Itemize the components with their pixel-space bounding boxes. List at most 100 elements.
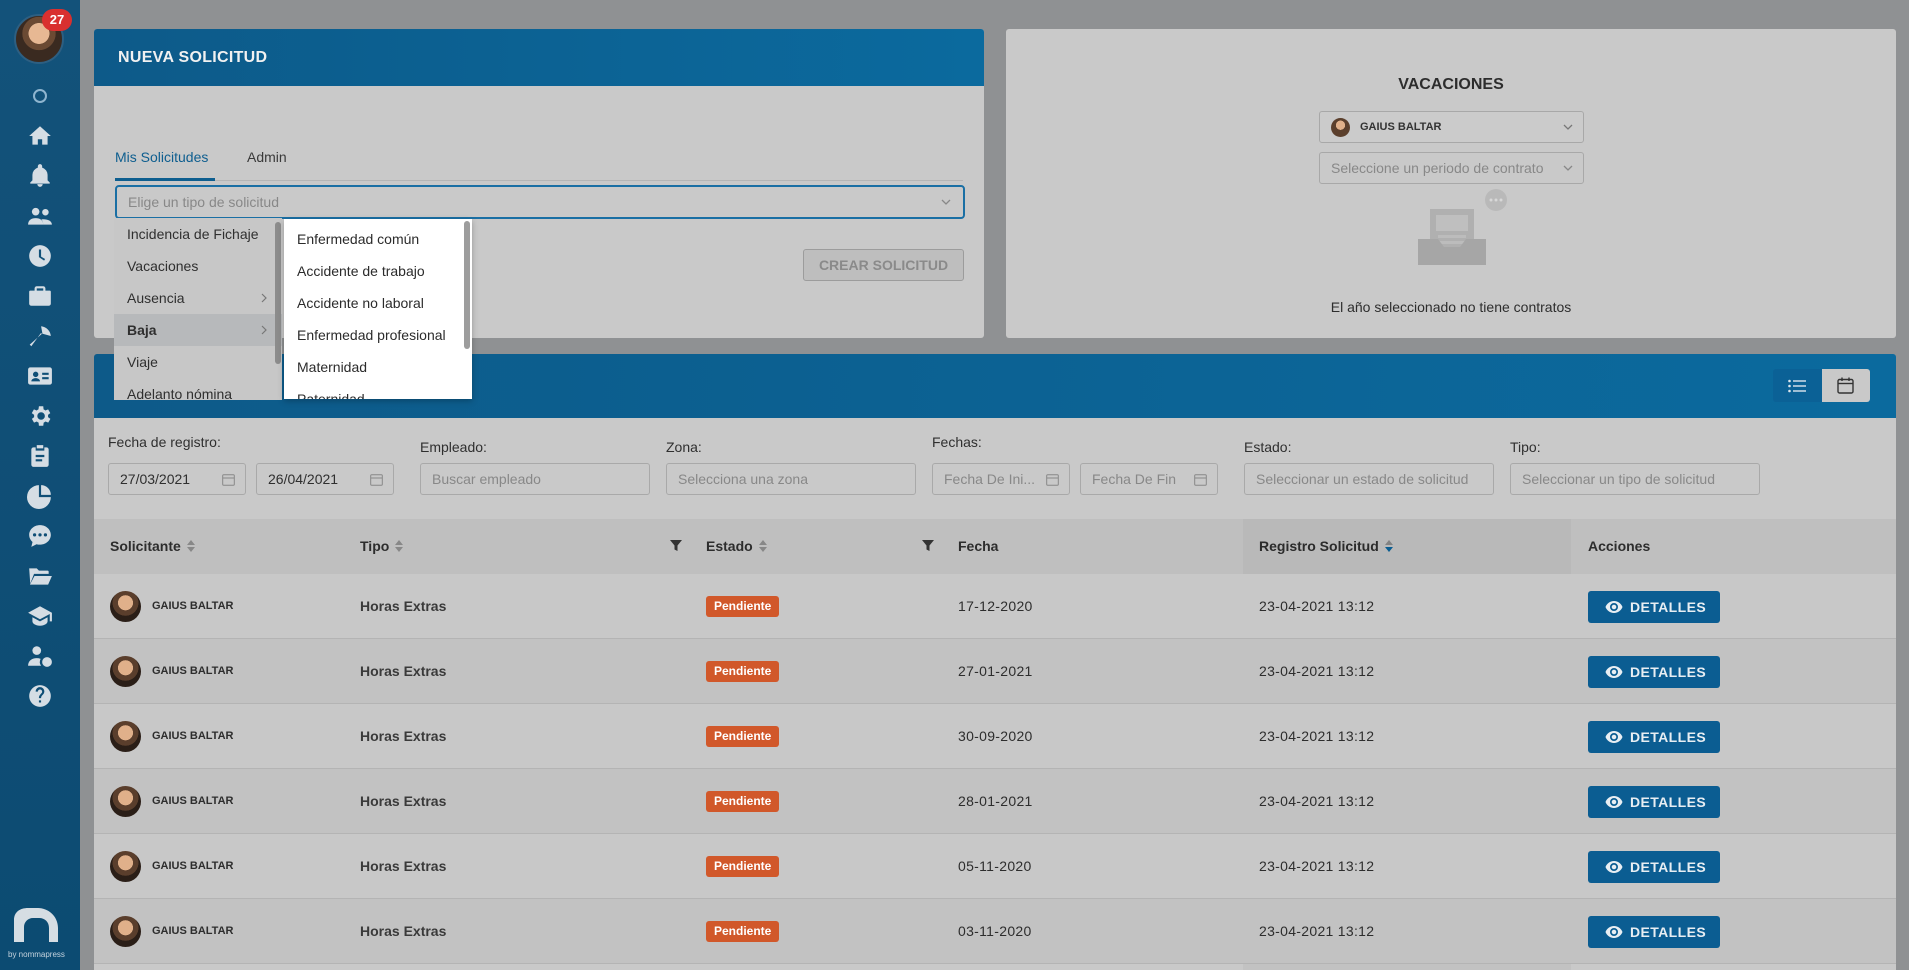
employee-search-input[interactable]: Buscar empleado xyxy=(420,463,650,495)
details-button-label: DETALLES xyxy=(1630,599,1707,615)
details-button[interactable]: DETALLES xyxy=(1588,916,1720,948)
row-employee: GAIUS BALTAR xyxy=(152,665,234,677)
column-type[interactable]: Tipo xyxy=(360,519,404,574)
menu-item-trip[interactable]: Viaje xyxy=(114,346,282,378)
users-icon[interactable] xyxy=(24,200,56,232)
beach-umbrella-icon[interactable] xyxy=(24,320,56,352)
status-badge: Pendiente xyxy=(706,856,780,877)
brand-text: by nommapress xyxy=(8,950,65,959)
vacation-employee-select[interactable]: GAIUS BALTAR xyxy=(1319,111,1584,143)
avatar xyxy=(110,591,141,622)
row-date: 05-11-2020 xyxy=(958,858,1032,874)
row-registration: 23-04-2021 13:12 xyxy=(1259,598,1375,614)
menu-item-vacations[interactable]: Vacaciones xyxy=(114,250,282,282)
zone-filter-label: Zona: xyxy=(666,439,702,455)
bell-icon[interactable] xyxy=(24,160,56,192)
table-row: GAIUS BALTAR Horas Extras Pendiente 28-01-2… xyxy=(94,769,1896,834)
column-requester[interactable]: Solicitante xyxy=(110,519,195,574)
new-request-title: NUEVA SOLICITUD xyxy=(94,29,984,86)
row-date: 28-01-2021 xyxy=(958,793,1033,809)
briefcase-icon[interactable] xyxy=(24,280,56,312)
clock-icon[interactable] xyxy=(24,240,56,272)
pie-chart-icon[interactable] xyxy=(24,480,56,512)
tab-my-requests[interactable]: Mis Solicitudes xyxy=(115,149,208,165)
column-status[interactable]: Estado xyxy=(706,519,767,574)
filter-icon[interactable] xyxy=(922,540,934,552)
details-button[interactable]: DETALLES xyxy=(1588,721,1720,753)
row-registration: 23-04-2021 13:12 xyxy=(1259,728,1375,744)
status-select[interactable]: Seleccionar un estado de solicitud xyxy=(1244,463,1494,495)
calendar-view-button[interactable] xyxy=(1821,369,1870,402)
table-header: Solicitante Tipo Estado Fecha Registro S… xyxy=(94,519,1896,574)
list-view-button[interactable] xyxy=(1773,369,1822,402)
chevron-down-icon xyxy=(1563,124,1573,130)
submenu-item-work-accident[interactable]: Accidente de trabajo xyxy=(284,255,472,287)
zone-select[interactable]: Selecciona una zona xyxy=(666,463,916,495)
menu-item-leave[interactable]: Baja xyxy=(114,314,282,346)
help-icon[interactable] xyxy=(24,680,56,712)
vacations-title: VACACIONES xyxy=(1398,76,1504,93)
vacations-card: VACACIONES GAIUS BALTAR Seleccione un pe… xyxy=(1006,29,1896,338)
user-cost-icon[interactable] xyxy=(24,640,56,672)
type-select[interactable]: Seleccionar un tipo de solicitud xyxy=(1510,463,1760,495)
submenu-item-occupational-disease[interactable]: Enfermedad profesional xyxy=(284,319,472,351)
tab-admin[interactable]: Admin xyxy=(247,149,287,165)
submenu-item-non-work-accident[interactable]: Accidente no laboral xyxy=(284,287,472,319)
id-card-icon[interactable] xyxy=(24,360,56,392)
dates-filter-label: Fechas: xyxy=(932,434,982,450)
menu-item-label: Incidencia de Fichaje xyxy=(127,226,259,242)
date-start-placeholder: Fecha De Ini... xyxy=(944,471,1036,487)
details-button-label: DETALLES xyxy=(1630,729,1707,745)
menu-scrollbar[interactable] xyxy=(275,222,281,364)
row-employee: GAIUS BALTAR xyxy=(152,860,234,872)
submenu-item-maternity[interactable]: Maternidad xyxy=(284,351,472,383)
column-actions: Acciones xyxy=(1588,538,1651,554)
row-employee: GAIUS BALTAR xyxy=(152,600,234,612)
contract-period-select[interactable]: Seleccione un periodo de contrato xyxy=(1319,152,1584,184)
registration-to-input[interactable]: 26/04/2021 xyxy=(256,463,394,495)
eye-icon xyxy=(1605,666,1623,678)
date-end-input[interactable]: Fecha De Fin xyxy=(1080,463,1218,495)
contract-period-placeholder: Seleccione un periodo de contrato xyxy=(1331,160,1544,176)
calendar-icon xyxy=(370,474,383,486)
submenu-item-paternity[interactable]: Paternidad xyxy=(284,383,472,399)
date-start-input[interactable]: Fecha De Ini... xyxy=(932,463,1070,495)
details-button[interactable]: DETALLES xyxy=(1588,786,1720,818)
avatar xyxy=(110,851,141,882)
clipboard-icon[interactable] xyxy=(24,440,56,472)
registration-from-input[interactable]: 27/03/2021 xyxy=(108,463,246,495)
submenu-item-common-illness[interactable]: Enfermedad común xyxy=(284,223,472,255)
status-indicator-icon[interactable] xyxy=(33,89,47,103)
column-type-label: Tipo xyxy=(360,538,390,554)
calendar-icon xyxy=(222,474,235,486)
chat-bubble-icon[interactable] xyxy=(24,520,56,552)
eye-icon xyxy=(1605,926,1623,938)
graduation-cap-icon[interactable] xyxy=(24,600,56,632)
details-button[interactable]: DETALLES xyxy=(1588,851,1720,883)
request-type-select[interactable]: Elige un tipo de solicitud xyxy=(115,185,965,219)
chevron-down-icon xyxy=(941,199,951,205)
details-button[interactable]: DETALLES xyxy=(1588,656,1720,688)
details-button[interactable]: DETALLES xyxy=(1588,591,1720,623)
eye-icon xyxy=(1605,796,1623,808)
filter-icon[interactable] xyxy=(670,540,682,552)
submenu-scrollbar[interactable] xyxy=(464,221,470,349)
create-request-button[interactable]: CREAR SOLICITUD xyxy=(803,249,964,281)
row-type: Horas Extras xyxy=(360,793,447,809)
menu-item-clock-incident[interactable]: Incidencia de Fichaje xyxy=(114,218,282,250)
gear-icon[interactable] xyxy=(24,400,56,432)
details-button-label: DETALLES xyxy=(1630,794,1707,810)
row-date: 17-12-2020 xyxy=(958,598,1033,614)
calendar-icon xyxy=(1046,474,1059,486)
row-type: Horas Extras xyxy=(360,663,447,679)
status-badge: Pendiente xyxy=(706,661,780,682)
home-icon[interactable] xyxy=(24,120,56,152)
menu-item-absence[interactable]: Ausencia xyxy=(114,282,282,314)
status-badge: Pendiente xyxy=(706,921,780,942)
registration-date-label: Fecha de registro: xyxy=(108,434,221,450)
sort-icon xyxy=(395,540,404,552)
folder-open-icon[interactable] xyxy=(24,560,56,592)
details-button-label: DETALLES xyxy=(1630,664,1707,680)
menu-item-payroll-advance[interactable]: Adelanto nómina xyxy=(114,378,282,400)
view-toggle xyxy=(1773,369,1870,402)
